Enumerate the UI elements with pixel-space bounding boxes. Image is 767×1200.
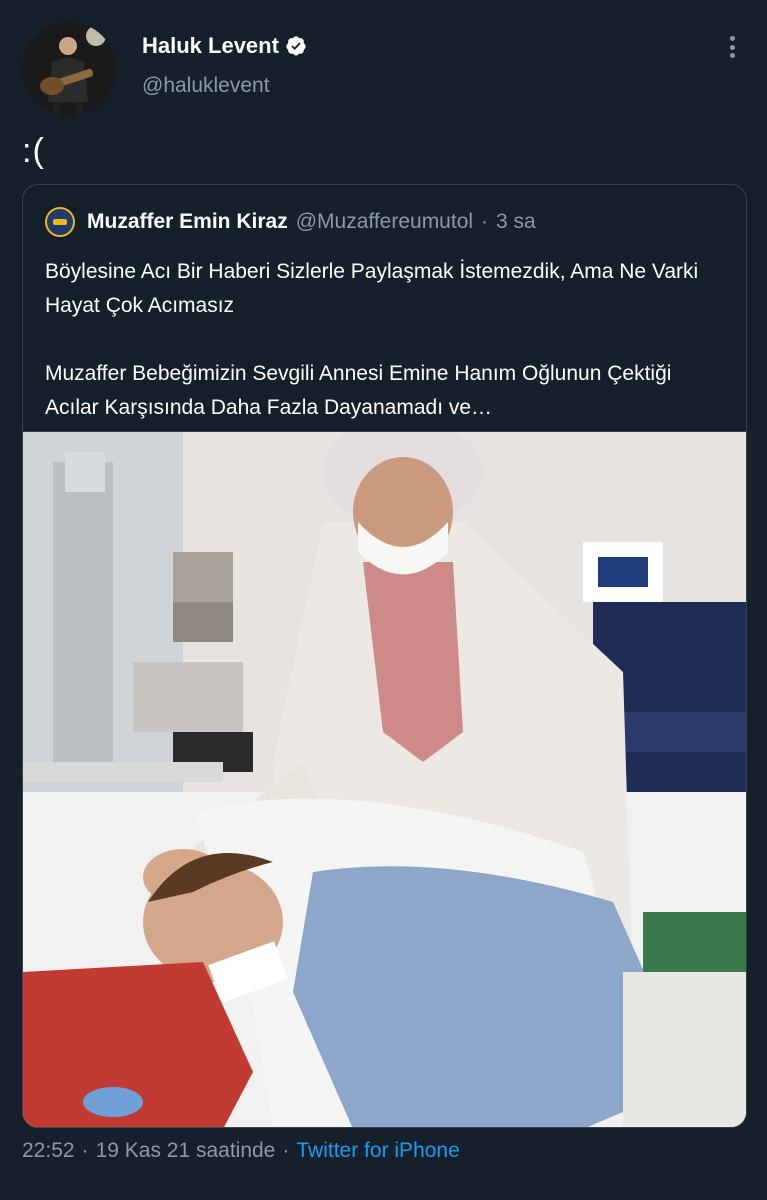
tweet-source-link[interactable]: Twitter for iPhone: [296, 1139, 459, 1162]
author-avatar[interactable]: [22, 22, 116, 116]
tweet-text: :(: [22, 132, 45, 170]
tweet-date[interactable]: 19 Kas 21 saatinde: [96, 1139, 276, 1162]
verified-badge-icon: [286, 36, 306, 56]
quoted-timestamp[interactable]: 3 sa: [496, 210, 536, 234]
avatar-guitarist-image: [22, 22, 116, 116]
quoted-tweet[interactable]: Muzaffer Emin Kiraz @Muzaffereumutol · 3…: [22, 184, 747, 1128]
quoted-author-handle[interactable]: @Muzaffereumutol: [296, 210, 473, 234]
quoted-tweet-header: Muzaffer Emin Kiraz @Muzaffereumutol · 3…: [45, 207, 536, 237]
tweet-meta: 22:52 · 19 Kas 21 saatinde · Twitter for iPh…: [22, 1139, 460, 1163]
author-name-row[interactable]: Haluk Levent: [142, 33, 307, 59]
author-handle[interactable]: @haluklevent: [142, 74, 270, 98]
quoted-author-name[interactable]: Muzaffer Emin Kiraz: [87, 210, 288, 234]
quoted-paragraph-2: Muzaffer Bebeğimizin Sevgili Annesi Emin…: [45, 362, 672, 419]
author-display-name[interactable]: Haluk Levent: [142, 33, 279, 59]
meta-separator-1: ·: [81, 1139, 89, 1162]
tweet-time[interactable]: 22:52: [22, 1139, 75, 1162]
meta-separator-2: ·: [282, 1139, 290, 1162]
quoted-paragraph-1: Böylesine Acı Bir Haberi Sizlerle Paylaş…: [45, 260, 699, 317]
quoted-separator: ·: [481, 210, 489, 233]
quoted-tweet-photo[interactable]: [23, 431, 746, 1127]
hospital-photo-image: [23, 432, 746, 1127]
quoted-tweet-text: Böylesine Acı Bir Haberi Sizlerle Paylaş…: [45, 255, 725, 425]
more-options-icon[interactable]: [719, 34, 745, 60]
quoted-author-avatar[interactable]: [45, 207, 75, 237]
